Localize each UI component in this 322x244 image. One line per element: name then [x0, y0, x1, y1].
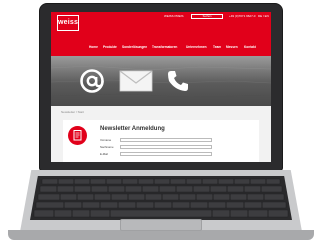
- newsletter-title: Newsletter Anmeldung: [100, 126, 165, 132]
- document-icon: [73, 130, 82, 141]
- nav-item-team[interactable]: Team: [213, 45, 221, 50]
- nav-item-contact[interactable]: Kontakt: [244, 45, 256, 50]
- email-label: E-Mail: [100, 152, 108, 156]
- top-link-phone[interactable]: +49 (0)7071 9627-0: [229, 14, 255, 18]
- main-navigation: Home Produkte Sonderlösungen Transformat…: [51, 22, 271, 56]
- telephone-icon: [168, 71, 188, 91]
- top-bar: WEISS PREIS Suchen +49 (0)7071 9627-0 DE…: [51, 12, 271, 22]
- laptop: WEISS PREIS Suchen +49 (0)7071 9627-0 DE…: [0, 0, 322, 244]
- at-sign-icon: [80, 69, 104, 93]
- firstname-field[interactable]: [120, 138, 212, 142]
- hero-banner: [51, 56, 271, 106]
- nav-item-special-solutions[interactable]: Sonderlösungen: [122, 45, 147, 50]
- firstname-label: Vorname: [100, 138, 112, 142]
- trackpad[interactable]: [120, 219, 202, 231]
- laptop-screen: WEISS PREIS Suchen +49 (0)7071 9627-0 DE…: [51, 12, 271, 162]
- lastname-field[interactable]: [120, 145, 212, 149]
- search-label: Suchen: [202, 15, 212, 18]
- nav-item-transformers[interactable]: Transformatoren: [152, 45, 177, 50]
- breadcrumb: Newsletter / Start: [61, 110, 85, 114]
- weiss-logo[interactable]: weiss: [57, 15, 79, 31]
- newsletter-icon: [68, 126, 87, 145]
- lastname-label: Nachname: [100, 145, 114, 149]
- newsletter-form: Newsletter Anmeldung Vorname Nachname E-…: [63, 120, 259, 162]
- envelope-icon: [119, 70, 153, 92]
- logo-text: weiss: [58, 19, 79, 26]
- top-link-language[interactable]: DE / EN: [258, 14, 269, 18]
- search-box[interactable]: Suchen: [191, 14, 223, 19]
- top-link-price[interactable]: WEISS PREIS: [164, 14, 184, 18]
- laptop-base-edge: [8, 230, 314, 240]
- nav-item-company[interactable]: Unternehmen: [186, 45, 207, 50]
- nav-item-home[interactable]: Home: [89, 45, 98, 50]
- nav-item-fairs[interactable]: Messen: [226, 45, 238, 50]
- keyboard-keys: [33, 178, 289, 218]
- keyboard: [30, 176, 292, 220]
- nav-item-products[interactable]: Produkte: [103, 45, 117, 50]
- email-field[interactable]: [120, 152, 212, 156]
